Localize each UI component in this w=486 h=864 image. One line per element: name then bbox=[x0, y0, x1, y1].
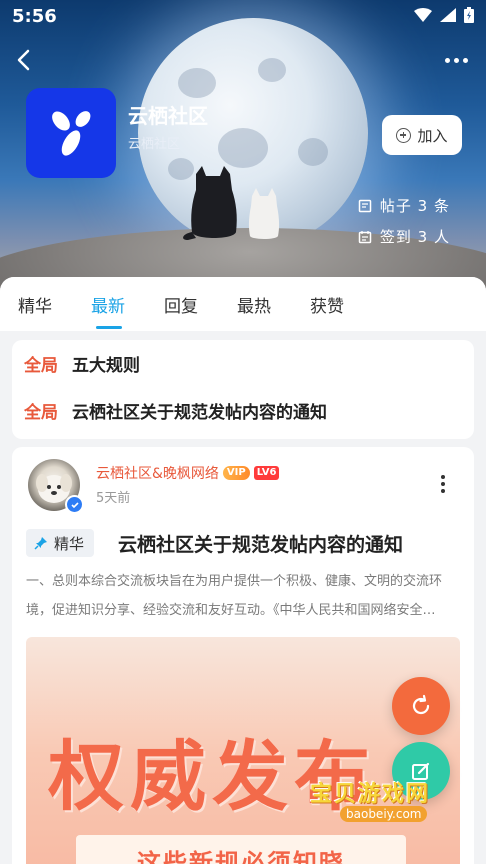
tab-essence[interactable]: 精华 bbox=[18, 292, 91, 317]
post-time: 5天前 bbox=[96, 491, 131, 506]
join-button-label: 加入 bbox=[417, 126, 448, 145]
tab-bar: 精华 最新 回复 最热 获赞 bbox=[0, 277, 486, 331]
wifi-icon bbox=[414, 8, 432, 22]
level-badge: LV6 bbox=[253, 466, 280, 480]
essence-label: 精华 bbox=[54, 534, 85, 553]
tab-latest[interactable]: 最新 bbox=[91, 292, 164, 317]
tab-liked[interactable]: 获赞 bbox=[310, 292, 383, 317]
essence-tag: 精华 bbox=[26, 529, 95, 557]
tab-replies[interactable]: 回复 bbox=[164, 292, 237, 317]
more-options-button[interactable] bbox=[442, 50, 470, 70]
chevron-left-icon bbox=[17, 49, 30, 71]
black-cat-silhouette bbox=[183, 166, 237, 240]
notice-item[interactable]: 全局 五大规则 bbox=[24, 351, 140, 376]
post-excerpt: 一、总则本综合交流板块旨在为用户提供一个积极、健康、文明的交流环境，促进知识分享… bbox=[26, 574, 443, 618]
tab-hottest[interactable]: 最热 bbox=[237, 292, 310, 317]
notice-tag: 全局 bbox=[24, 356, 58, 376]
calendar-icon bbox=[358, 230, 372, 243]
more-dot-icon bbox=[444, 57, 450, 63]
community-subtitle: 云栖社区 bbox=[128, 137, 181, 152]
battery-icon bbox=[464, 7, 474, 23]
community-logo bbox=[26, 88, 116, 178]
kebab-dot-icon bbox=[441, 482, 445, 486]
join-button[interactable]: 加入 bbox=[382, 115, 462, 155]
white-cat-silhouette bbox=[248, 188, 280, 239]
checkin-count: 签到 3 人 bbox=[358, 226, 450, 247]
posts-count-text: 帖子 3 条 bbox=[379, 197, 450, 215]
status-time: 5:56 bbox=[12, 6, 57, 27]
kebab-dot-icon bbox=[441, 475, 445, 479]
community-title: 云栖社区 bbox=[128, 104, 208, 128]
back-button[interactable] bbox=[10, 46, 38, 74]
verified-badge-icon bbox=[65, 495, 84, 514]
notice-item[interactable]: 全局 云栖社区关于规范发帖内容的通知 bbox=[24, 398, 327, 423]
status-bar: 5:56 bbox=[0, 0, 486, 34]
kebab-dot-icon bbox=[441, 489, 445, 493]
signal-icon bbox=[440, 8, 456, 22]
status-icons bbox=[414, 7, 474, 23]
watermark-title: 宝贝游戏网 bbox=[310, 782, 431, 807]
notice-title: 云栖社区关于规范发帖内容的通知 bbox=[72, 403, 327, 423]
app-screen: 5:56 云栖社区 云栖社区 加入 帖子 3 条 签到 3 人 精华 最新 回复… bbox=[0, 0, 486, 864]
community-header-background: 5:56 云栖社区 云栖社区 加入 帖子 3 条 签到 3 人 bbox=[0, 0, 486, 300]
more-dot-icon bbox=[453, 57, 459, 63]
refresh-button[interactable] bbox=[392, 677, 450, 735]
pin-icon bbox=[34, 537, 47, 550]
refresh-icon bbox=[412, 694, 430, 715]
post-more-button[interactable] bbox=[440, 475, 446, 493]
checkin-count-text: 签到 3 人 bbox=[379, 228, 450, 246]
document-icon bbox=[358, 199, 372, 212]
active-tab-indicator bbox=[96, 326, 122, 329]
plus-circle-icon bbox=[396, 127, 412, 143]
more-dot-icon bbox=[462, 57, 468, 63]
watermark-url: baobeiy.com bbox=[340, 806, 428, 822]
posts-count: 帖子 3 条 bbox=[358, 195, 450, 216]
post-title[interactable]: 云栖社区关于规范发帖内容的通知 bbox=[118, 530, 403, 557]
author-line: 云栖社区&晚枫网络 VIP LV6 bbox=[96, 463, 280, 483]
yunqi-logo-icon bbox=[52, 111, 91, 156]
site-watermark: 宝贝游戏网 baobeiy.com bbox=[310, 772, 460, 842]
pinned-notices-card: 全局 五大规则 全局 云栖社区关于规范发帖内容的通知 bbox=[12, 340, 474, 439]
notice-tag: 全局 bbox=[24, 403, 58, 423]
author-name[interactable]: 云栖社区&晚枫网络 bbox=[96, 463, 219, 483]
vip-badge: VIP bbox=[222, 466, 250, 480]
notice-title: 五大规则 bbox=[72, 356, 140, 376]
